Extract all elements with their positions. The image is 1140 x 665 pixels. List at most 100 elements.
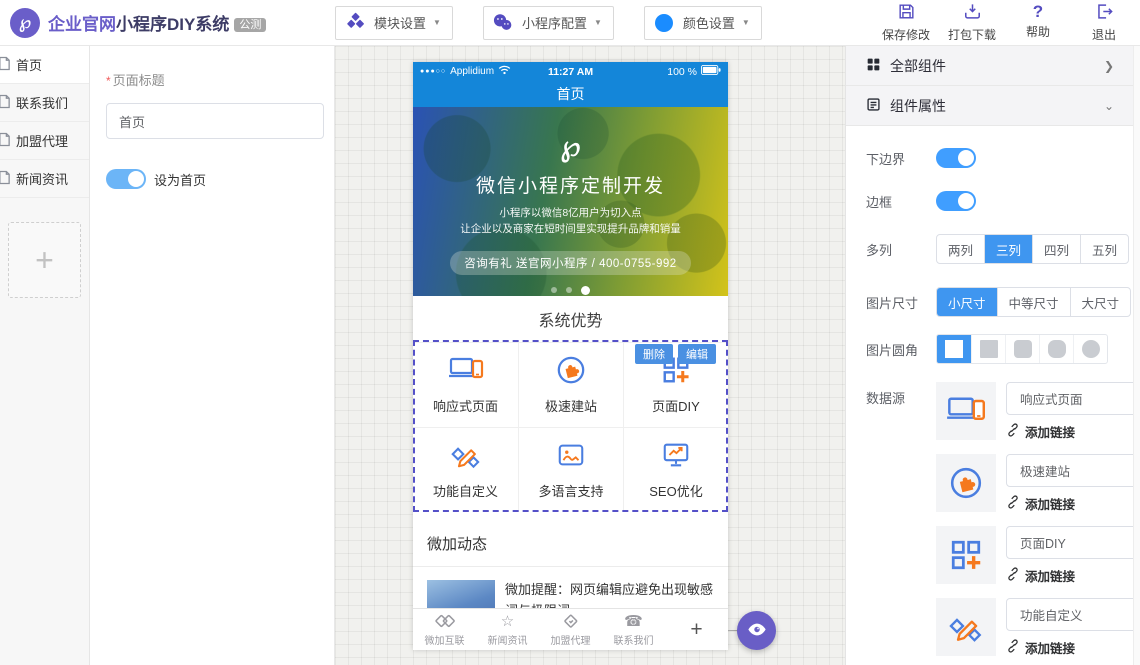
data-source-value-input[interactable] <box>1006 598 1140 631</box>
add-link-label: 添加链接 <box>1025 566 1075 585</box>
image-size-option[interactable]: 中等尺寸 <box>997 288 1070 316</box>
exit-button[interactable]: 退出 <box>1076 2 1132 43</box>
color-settings-dropdown[interactable]: 颜色设置 ▼ <box>644 6 762 40</box>
tab-bar-item[interactable]: ☎联系我们 <box>602 609 665 650</box>
tab-bar-item[interactable]: 微加互联 <box>413 609 476 650</box>
page-title-label: *页面标题 <box>106 70 334 89</box>
add-link-button[interactable]: 添加链接 <box>1006 494 1140 513</box>
tab-bar-item[interactable]: ☆新闻资讯 <box>476 609 539 650</box>
phone-tab-bar: 微加互联☆新闻资讯加盟代理☎联系我们 + <box>413 608 728 650</box>
page-title-input[interactable] <box>106 103 324 139</box>
prop-row-image-radius: 图片圆角 <box>866 334 1140 364</box>
edit-component-button[interactable]: 编辑 <box>678 344 716 364</box>
exit-label: 退出 <box>1092 26 1116 43</box>
wechat-icon <box>484 12 522 33</box>
phone-preview: ●●●○○ Applidium 11:27 AM 100 % 首页 ℘ 微信小程… <box>413 62 728 650</box>
radius-shape <box>1014 340 1032 358</box>
puzzle-icon <box>936 454 996 512</box>
data-source-value-input[interactable] <box>1006 526 1140 559</box>
hero-subtitle-line2: 让企业以及商家在短时间里实现提升品牌和销量 <box>413 221 728 237</box>
page-list-item[interactable]: 联系我们 <box>0 84 89 122</box>
delete-component-button[interactable]: 删除 <box>635 344 673 364</box>
data-source-item: 添加链接 <box>936 454 1140 513</box>
image-radius-option[interactable] <box>1039 335 1073 363</box>
image-radius-option[interactable] <box>1073 335 1107 363</box>
columns-option[interactable]: 两列 <box>937 235 984 263</box>
monitor-chart-icon <box>658 440 694 473</box>
feature-cell[interactable]: 功能自定义 <box>413 427 518 512</box>
module-settings-dropdown[interactable]: 模块设置 ▼ <box>335 6 453 40</box>
help-button[interactable]: ? 帮助 <box>1010 2 1066 43</box>
set-home-toggle[interactable] <box>106 169 146 189</box>
bottom-border-toggle[interactable] <box>936 148 976 168</box>
prop-row-image-size: 图片尺寸 小尺寸中等尺寸大尺寸 <box>866 287 1140 317</box>
data-source-value-input[interactable] <box>1006 454 1140 487</box>
add-link-button[interactable]: 添加链接 <box>1006 566 1140 585</box>
feature-cell[interactable]: SEO优化 <box>623 427 728 512</box>
columns-option[interactable]: 四列 <box>1032 235 1080 263</box>
app-logo-icon: ℘ <box>10 8 40 38</box>
feature-cell[interactable]: 极速建站 <box>518 342 623 427</box>
component-properties-header[interactable]: 组件属性 ⌄ <box>846 86 1140 126</box>
tab-bar-add-button[interactable]: + <box>665 609 728 650</box>
page-list-items: 首页联系我们加盟代理新闻资讯 <box>0 46 89 198</box>
border-toggle[interactable] <box>936 191 976 211</box>
chain-icon <box>1006 639 1020 656</box>
preview-button[interactable] <box>737 611 776 650</box>
signal-dots-icon: ●●●○○ <box>420 68 446 75</box>
radius-shape <box>1048 340 1066 358</box>
add-link-button[interactable]: 添加链接 <box>1006 638 1140 657</box>
download-button[interactable]: 打包下载 <box>944 2 1000 43</box>
image-radius-option[interactable] <box>1005 335 1039 363</box>
tab-bar-item-label: 联系我们 <box>614 632 654 647</box>
hero-subtitle: 小程序以微信8亿用户为切入点 让企业以及商家在短时间里实现提升品牌和销量 <box>413 205 728 238</box>
panel-scrollbar[interactable] <box>1133 46 1140 665</box>
editor-canvas: ●●●○○ Applidium 11:27 AM 100 % 首页 ℘ 微信小程… <box>335 46 845 665</box>
miniprogram-config-dropdown[interactable]: 小程序配置 ▼ <box>483 6 614 40</box>
feature-cell[interactable]: 多语言支持 <box>518 427 623 512</box>
image-size-option[interactable]: 大尺寸 <box>1070 288 1131 316</box>
module-settings-label: 模块设置 <box>374 13 426 32</box>
add-link-button[interactable]: 添加链接 <box>1006 422 1140 441</box>
feature-cell-label: SEO优化 <box>649 481 702 500</box>
hero-banner[interactable]: ℘ 微信小程序定制开发 小程序以微信8亿用户为切入点 让企业以及商家在短时间里实… <box>413 107 728 296</box>
phone-status-bar: ●●●○○ Applidium 11:27 AM 100 % <box>413 62 728 81</box>
page-item-label: 联系我们 <box>16 93 68 112</box>
image-size-option[interactable]: 小尺寸 <box>937 288 997 316</box>
eye-icon <box>747 622 767 640</box>
data-source-value-input[interactable] <box>1006 382 1140 415</box>
page-icon <box>1 56 11 74</box>
columns-segmented-control: 两列三列四列五列 <box>936 234 1129 264</box>
page-list-item[interactable]: 首页 <box>0 46 89 84</box>
page-list-item[interactable]: 加盟代理 <box>0 122 89 160</box>
set-home-label: 设为首页 <box>154 170 206 189</box>
feature-cell[interactable]: 响应式页面 <box>413 342 518 427</box>
border-label: 边框 <box>866 192 936 211</box>
header-actions: 保存修改 打包下载 ? 帮助 退出 <box>878 2 1140 43</box>
carousel-dot[interactable] <box>581 286 590 295</box>
chevron-down-icon: ▼ <box>433 18 441 27</box>
carousel-dot[interactable] <box>551 287 557 293</box>
all-components-header[interactable]: 全部组件 ❯ <box>846 46 1140 86</box>
image-radius-option[interactable] <box>971 335 1005 363</box>
component-panel: 全部组件 ❯ 组件属性 ⌄ 下边界 边框 多列 两列三列四列五列 图片尺寸 小 <box>845 46 1140 665</box>
tab-bar-item[interactable]: 加盟代理 <box>539 609 602 650</box>
all-components-label: 全部组件 <box>890 56 946 76</box>
page-icon <box>1 170 11 188</box>
page-settings-panel: *页面标题 设为首页 <box>90 46 335 665</box>
image-size-label: 图片尺寸 <box>866 287 936 317</box>
image-radius-option[interactable] <box>937 335 971 363</box>
columns-option[interactable]: 五列 <box>1080 235 1128 263</box>
chain-icon <box>1006 567 1020 584</box>
columns-label: 多列 <box>866 234 936 264</box>
columns-option[interactable]: 三列 <box>984 235 1032 263</box>
feature-cell-label: 极速建站 <box>545 396 597 415</box>
page-list-item[interactable]: 新闻资讯 <box>0 160 89 198</box>
carousel-dot[interactable] <box>566 287 572 293</box>
data-source-items: 添加链接添加链接添加链接添加链接添加链接 <box>936 382 1140 665</box>
add-page-button[interactable]: + <box>8 222 81 298</box>
plus-icon: + <box>690 621 702 639</box>
chevron-down-icon: ⌄ <box>1104 99 1114 113</box>
image-radius-picker <box>936 334 1108 364</box>
save-button[interactable]: 保存修改 <box>878 2 934 43</box>
